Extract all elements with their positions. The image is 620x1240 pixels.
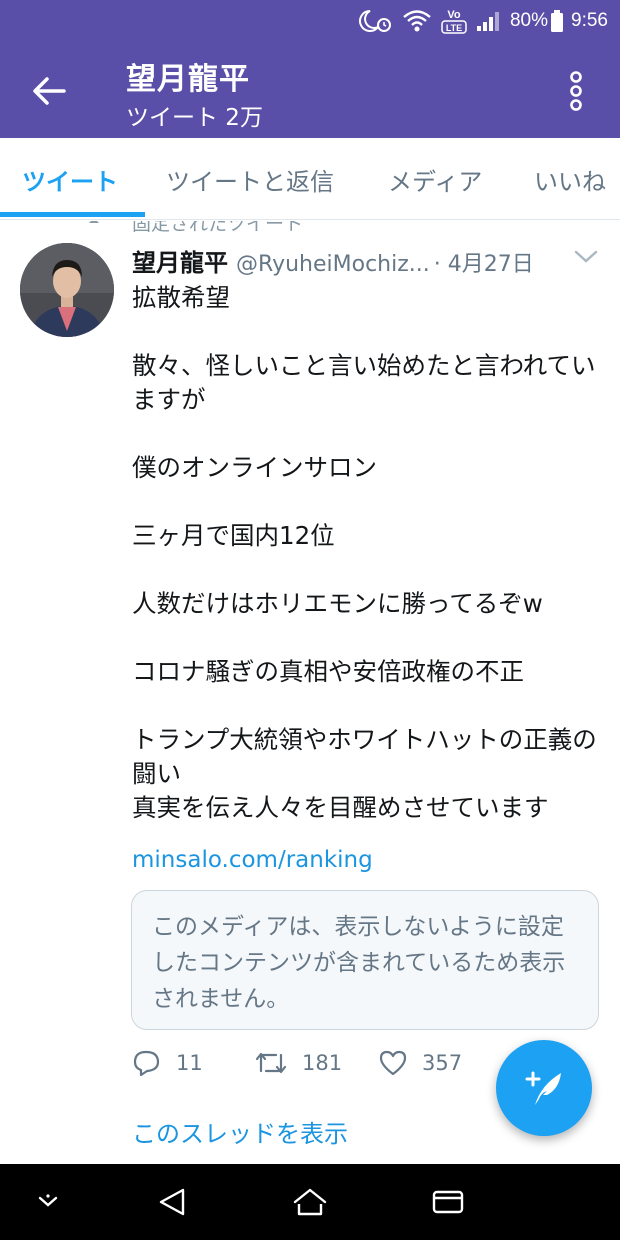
tweet-line: コロナ騒ぎの真相や安倍政権の不正: [132, 657, 524, 686]
pin-icon: [84, 221, 104, 235]
chevron-down-icon: [574, 250, 598, 263]
status-bar: Vo LTE 80% 9:56: [0, 0, 620, 42]
tweet-text: 拡散希望 散々、怪しいこと言い始めたと言われていますが 僕のオンラインサロン 三…: [132, 281, 602, 825]
tab-likes[interactable]: いいね: [534, 162, 606, 197]
tweet-line: 真実を伝え人々を目醒めさせています: [132, 793, 549, 822]
nav-back-button[interactable]: [150, 1182, 194, 1222]
show-thread-link[interactable]: このスレッドを表示: [132, 1114, 348, 1149]
moon-alarm-icon: [358, 8, 394, 34]
tweet-count: ツイート 2万: [126, 105, 263, 131]
nav-recents-button[interactable]: [426, 1182, 470, 1222]
tweet-header: 望月龍平 @RyuheiMochiz... · 4月27日: [132, 243, 572, 277]
retweet-count: 181: [302, 1051, 343, 1075]
battery-status: 80%: [509, 10, 564, 32]
back-triangle-icon: [159, 1188, 185, 1216]
compose-feather-icon: [525, 1071, 561, 1105]
system-nav-bar: [0, 1164, 620, 1240]
tweet-line: 人数だけはホリエモンに勝ってるぞw: [132, 589, 543, 618]
battery-percent: 80%: [509, 10, 549, 31]
heart-icon: [379, 1050, 407, 1076]
svg-text:LTE: LTE: [446, 23, 462, 33]
recents-icon: [432, 1190, 464, 1214]
arrow-left-icon: [33, 77, 66, 105]
tweet-line: 散々、怪しいこと言い始めたと言われていますが: [132, 351, 596, 414]
tweet-line: [132, 485, 602, 519]
tweet-actions: 11 181 357: [132, 1049, 532, 1089]
wifi-icon: [402, 8, 432, 34]
like-count: 357: [422, 1051, 463, 1075]
tweet-date[interactable]: · 4月27日: [434, 246, 534, 277]
tweet-line: 三ヶ月で国内12位: [132, 521, 335, 550]
more-vertical-icon: [570, 71, 582, 111]
reply-button[interactable]: 11: [132, 1049, 203, 1077]
media-warning-text: このメディアは、表示しないように設定したコンテンツが含まれているため表示されませ…: [152, 914, 566, 1012]
home-icon: [293, 1188, 327, 1216]
tweet-line: [132, 315, 602, 349]
page-title: 望月龍平: [126, 62, 250, 97]
status-icons: Vo LTE 80% 9:56: [358, 6, 608, 36]
volte-icon: Vo LTE: [440, 7, 468, 35]
like-button[interactable]: 357: [378, 1049, 462, 1077]
active-tab-indicator: [0, 212, 145, 217]
compose-tweet-button[interactable]: [496, 1040, 592, 1136]
retweet-icon: [255, 1052, 287, 1074]
battery-icon: [551, 10, 564, 32]
retweet-button[interactable]: 181: [254, 1049, 342, 1077]
tweet-line: [132, 417, 602, 451]
tweet-line: トランプ大統領やホワイトハットの正義の闘い: [132, 725, 597, 788]
tweet-line: [132, 621, 602, 655]
app-bar: 望月龍平 ツイート 2万: [0, 42, 620, 138]
tweet-link[interactable]: minsalo.com/ranking: [132, 847, 373, 873]
more-options-button[interactable]: [554, 68, 598, 114]
nav-home-button[interactable]: [288, 1182, 332, 1222]
reply-count: 11: [176, 1051, 203, 1075]
tweet-feed[interactable]: 固定されたツイート 望月龍平 @RyuheiMochiz... · 4月27日 …: [0, 221, 620, 1164]
reply-icon: [133, 1050, 160, 1077]
tweet-menu-button[interactable]: [574, 249, 598, 268]
author-handle[interactable]: @RyuheiMochiz...: [236, 252, 430, 277]
chevron-down-icon: [38, 1194, 58, 1207]
tweet-line: 僕のオンラインサロン: [132, 453, 377, 482]
tweet-line: 拡散希望: [132, 283, 230, 312]
tweet-line: [132, 689, 602, 723]
tab-tweets-and-replies[interactable]: ツイートと返信: [166, 162, 334, 197]
profile-tabs: ツイート ツイートと返信 メディア いいね: [0, 138, 620, 220]
tab-tweets[interactable]: ツイート: [22, 162, 118, 197]
tab-media[interactable]: メディア: [388, 162, 482, 197]
sensitive-media-notice[interactable]: このメディアは、表示しないように設定したコンテンツが含まれているため表示されませ…: [131, 890, 599, 1030]
nav-collapse-button[interactable]: [26, 1182, 70, 1222]
author-name[interactable]: 望月龍平: [132, 243, 228, 277]
tweet-line: [132, 553, 602, 587]
signal-icon: [476, 10, 502, 32]
svg-text:Vo: Vo: [447, 9, 461, 21]
avatar[interactable]: [20, 243, 114, 337]
back-button[interactable]: [24, 66, 74, 116]
clock: 9:56: [571, 10, 608, 31]
pinned-tweet-label: 固定されたツイート: [132, 221, 304, 235]
